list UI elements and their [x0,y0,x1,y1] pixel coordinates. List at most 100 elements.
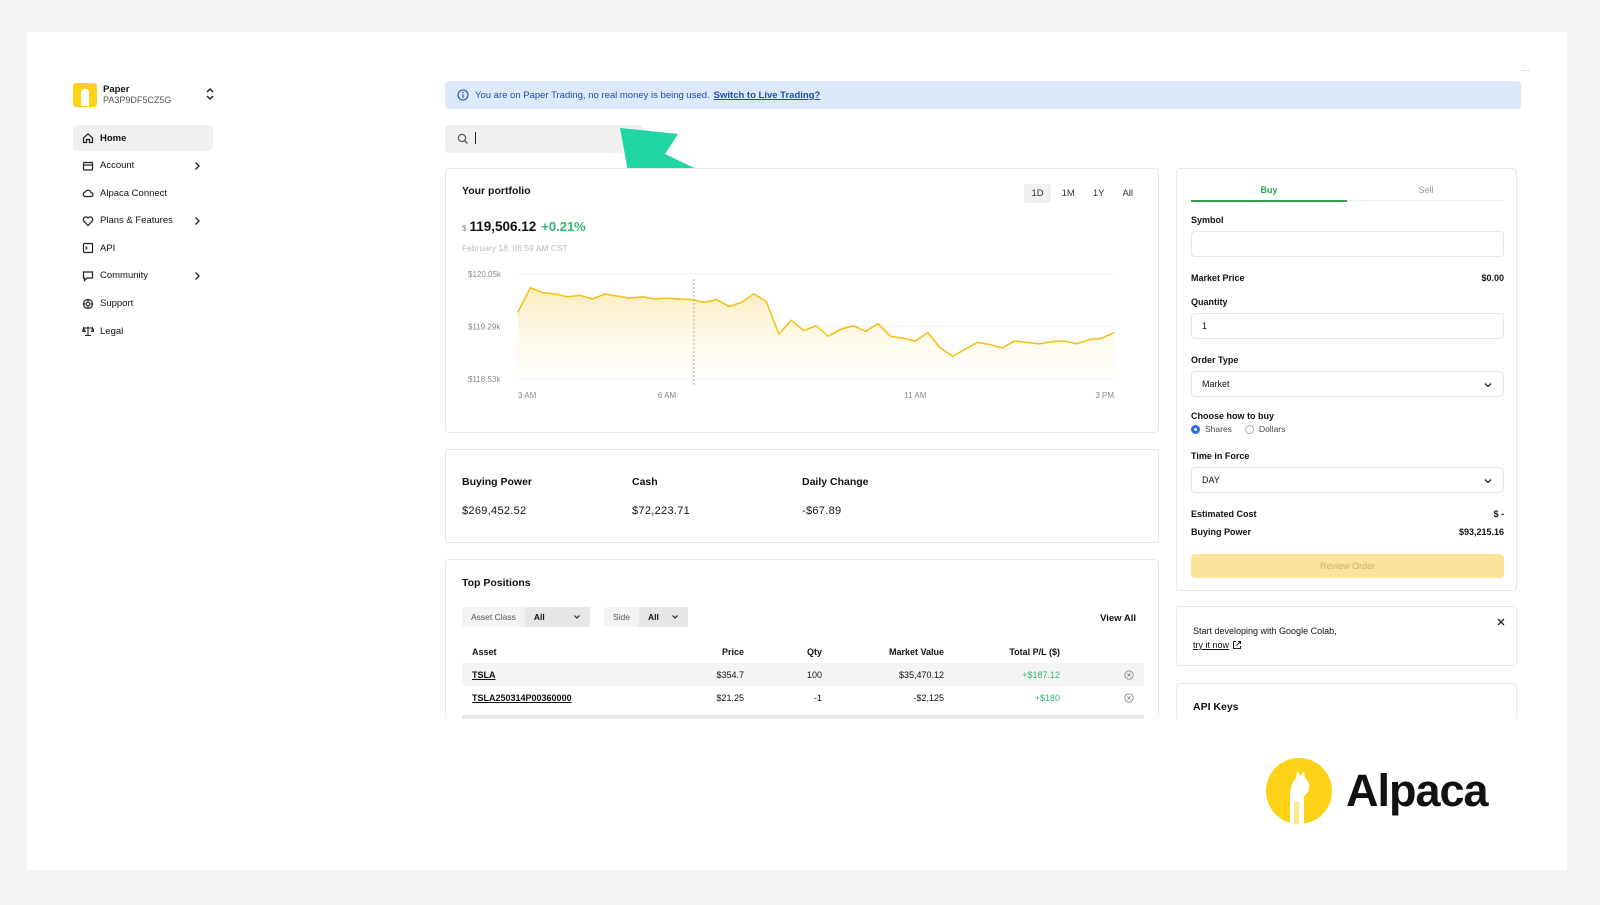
dollars-radio[interactable] [1244,424,1254,434]
symbol-input[interactable] [1191,231,1504,257]
portfolio-change: +0.21% [541,219,586,234]
review-order-button[interactable]: Review Order [1191,554,1504,578]
sidebar-item-label: Home [100,132,127,144]
buying-power-stat: Buying Power $269,452.52 [462,476,532,517]
order-buying-power-row: Buying Power $93,215.16 [1191,527,1504,537]
range-1m[interactable]: 1M [1055,184,1082,203]
chart-data-point [989,343,991,346]
portfolio-date: February 18, 06:59 AM CST [462,243,568,253]
sidebar-item-api[interactable]: API [73,235,213,261]
terminal-icon [81,242,94,255]
market-price-value: $0.00 [1481,273,1504,283]
asset-link[interactable]: TSLA [472,670,496,680]
chart-data-point [1101,337,1103,339]
range-1y[interactable]: 1Y [1086,184,1112,203]
filter-select[interactable]: All [524,607,590,627]
stat-label: Cash [632,476,658,488]
viewport-cutoff [440,719,1530,739]
range-all[interactable]: All [1115,184,1140,203]
chart-data-point [1063,340,1065,342]
close-position-icon[interactable] [1124,692,1134,703]
sidebar-item-plans-features[interactable]: Plans & Features [73,208,213,234]
asset-class-filter[interactable]: Asset Class All [462,607,590,627]
cell-price: $354.7 [716,669,744,680]
col-asset: Asset [472,646,497,657]
stat-value: $72,223.71 [632,505,691,517]
cell-market-value: $35,470.12 [898,669,944,680]
api-keys-title: API Keys [1193,701,1239,713]
chart-data-point [753,293,755,295]
chevron-down-icon [672,615,678,619]
time-in-force-select[interactable]: DAY [1191,467,1504,493]
positions-table: Asset Price Qty Market Value Total P/L (… [462,640,1144,709]
chevron-down-icon [1484,479,1492,484]
sidebar-item-label: Alpaca Connect [100,187,168,199]
market-price-label: Market Price [1191,273,1245,283]
sidebar-item-account[interactable]: Account [73,153,213,179]
order-type-label: Order Type [1191,355,1239,365]
shares-radio[interactable] [1191,424,1200,434]
tab-sell[interactable]: Sell [1348,185,1504,195]
alpaca-logo-icon [73,83,97,107]
chart-data-point [852,325,854,327]
wallet-icon [81,159,94,172]
sidebar-item-support[interactable]: Support [73,291,213,317]
chart-data-point [616,295,618,297]
cell-market-value: -$2,125 [913,692,944,703]
chart-data-point [778,333,780,335]
text-cursor [475,132,476,144]
sidebar-item-legal[interactable]: Legal [73,318,213,344]
chart-data-point [889,335,892,337]
chart-x-tick-label: 3 PM [1095,391,1114,400]
range-selector: 1D 1M 1Y All [1024,184,1140,203]
info-icon [457,89,469,101]
chart-data-point [914,340,916,342]
tab-buy[interactable]: Buy [1191,185,1347,202]
range-1d[interactable]: 1D [1024,184,1051,203]
table-row[interactable]: TSLA250314P00360000 $21.25 -1 -$2,125 +$… [462,686,1144,709]
sidebar-nav: Home Account Alpaca Connect Plans & Feat… [73,125,213,346]
search-icon [457,133,468,144]
try-it-now-link[interactable]: try it now [1193,640,1242,650]
sidebar-item-alpaca-connect[interactable]: Alpaca Connect [73,180,213,206]
chart-area-fill [518,287,1114,379]
table-row[interactable]: TSLA $354.7 100 $35,470.12 +$187.12 [462,663,1144,686]
chart-data-point [604,293,606,295]
view-all-link[interactable]: View All [1100,613,1136,624]
chart-x-tick-label: 3 AM [518,391,537,400]
col-market-value: Market Value [888,646,944,657]
account-name: Paper [103,84,130,95]
sidebar-item-home[interactable]: Home [73,125,213,151]
est-cost-value: $ - [1493,509,1504,519]
banner-text: You are on Paper Trading, no real money … [475,89,710,101]
order-type-select[interactable]: Market [1191,371,1504,397]
chart-data-point [579,294,581,296]
filter-label: Side [613,612,631,622]
close-position-icon[interactable] [1124,669,1134,680]
chart-data-point [1076,343,1078,345]
asset-link[interactable]: TSLA250314P00360000 [472,693,572,703]
alpaca-logo-icon [1266,758,1332,824]
chart-data-point [517,311,519,313]
top-positions-card: Top Positions Asset Class All Side All V… [445,559,1159,719]
chart-data-point [1051,341,1053,343]
chat-icon [81,269,94,282]
currency-symbol: $ [462,224,467,233]
portfolio-value-amount: 119,506.12 [469,219,537,234]
chart-data-point [976,341,979,343]
alpaca-brand: Alpaca [1266,758,1489,824]
account-switcher[interactable]: Paper PA3P9DF5CZ5G [73,82,214,108]
portfolio-chart[interactable]: $120.05k $119.29k $118.53k 3 AM 6 AM 11 AM 3 P… [456,264,1146,412]
sidebar-item-community[interactable]: Community [73,263,213,289]
chart-data-point [765,301,767,303]
chart-y-tick-label: $118.53k [468,375,501,384]
switch-live-trading-link[interactable]: Switch to Live Trading? [714,90,821,101]
close-icon[interactable] [1496,617,1506,627]
side-filter[interactable]: Side All [604,607,689,627]
chevron-right-icon [195,272,200,280]
chevron-right-icon [195,216,200,225]
filter-select[interactable]: All [639,607,689,627]
scale-icon [81,325,94,338]
chart-data-point [927,332,929,334]
quantity-input[interactable]: 1 [1191,313,1504,339]
